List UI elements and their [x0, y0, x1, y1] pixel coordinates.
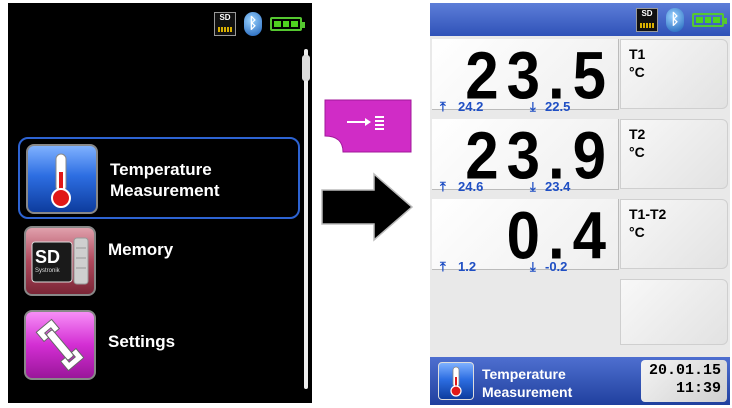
thermometer-icon	[26, 144, 98, 214]
wrench-icon	[24, 310, 96, 380]
function-key-button[interactable]	[321, 96, 415, 156]
sd-card-status-icon: SD	[636, 8, 658, 32]
status-bar: SD ᛒ	[430, 3, 730, 36]
min-value: 22.5	[545, 99, 571, 114]
min-arrow-icon: ⤓	[530, 179, 536, 194]
battery-icon	[692, 13, 727, 27]
sd-icon-subtext: Systronik	[35, 268, 60, 274]
max-arrow-icon: ⤒	[440, 179, 446, 194]
menu-item-settings[interactable]: Settings	[18, 305, 300, 387]
max-arrow-icon: ⤒	[440, 99, 446, 114]
menu-item-temperature-measurement[interactable]: Temperature Measurement	[18, 137, 300, 219]
channel-name: T2	[629, 126, 646, 142]
reading-channel-box: T1 °C	[620, 39, 728, 109]
time-text: 11:39	[675, 380, 721, 397]
min-value: 23.4	[545, 179, 571, 194]
bluetooth-icon: ᛒ	[244, 12, 262, 36]
max-arrow-icon: ⤒	[440, 259, 446, 274]
datetime-display: 20.01.15 11:39	[641, 360, 727, 402]
scrollbar-thumb[interactable]	[302, 55, 310, 81]
minmax-row: ⤒ 1.2 ⤓ -0.2	[432, 259, 618, 275]
reading-channel-box: T1-T2 °C	[620, 199, 728, 269]
status-bar: SD ᛒ	[214, 12, 305, 36]
screen-title-line1: Temperature	[482, 366, 566, 382]
bottom-bar: Temperature Measurement 20.01.15 11:39	[430, 357, 730, 405]
sd-icon-text: SD	[35, 247, 61, 267]
menu-label: Settings	[108, 332, 176, 351]
minmax-row: ⤒ 24.6 ⤓ 23.4	[432, 179, 618, 195]
unit-label: °C	[629, 64, 645, 80]
max-value: 24.6	[458, 179, 484, 194]
max-value: 24.2	[458, 99, 484, 114]
bluetooth-icon: ᛒ	[666, 8, 684, 32]
empty-slot-panel	[620, 279, 728, 345]
min-arrow-icon: ⤓	[530, 99, 536, 114]
sd-card-status-icon: SD	[214, 12, 236, 36]
screen-title-line2: Measurement	[482, 384, 573, 400]
menu-label-line1: Temperature	[110, 160, 212, 179]
channel-name: T1	[629, 46, 646, 62]
date-text: 20.01.15	[648, 362, 721, 379]
max-value: 1.2	[458, 259, 477, 274]
thermometer-icon	[438, 362, 474, 400]
sd-card-icon: SD Systronik	[24, 226, 96, 296]
menu-label-line2: Measurement	[110, 181, 220, 200]
menu-screen: SD ᛒ Temperature Measurement SD Systroni…	[8, 3, 312, 403]
min-value: -0.2	[545, 259, 568, 274]
reading-channel-box: T2 °C	[620, 119, 728, 189]
menu-item-memory[interactable]: SD Systronik Memory	[18, 221, 300, 303]
right-arrow-icon	[320, 172, 416, 247]
unit-label: °C	[629, 144, 645, 160]
menu-label: Memory	[108, 240, 174, 259]
screen-title: Temperature Measurement	[482, 365, 572, 401]
menu-scrollbar[interactable]	[302, 49, 310, 389]
unit-label: °C	[629, 224, 645, 240]
min-arrow-icon: ⤓	[530, 259, 536, 274]
channel-name: T1-T2	[629, 206, 667, 222]
measurement-screen: SD ᛒ 23.5 T1 °C ⤒ 24.2 ⤓ 22.5 23.9 T2 °C…	[430, 3, 730, 405]
battery-icon	[270, 17, 305, 31]
minmax-row: ⤒ 24.2 ⤓ 22.5	[432, 99, 618, 115]
